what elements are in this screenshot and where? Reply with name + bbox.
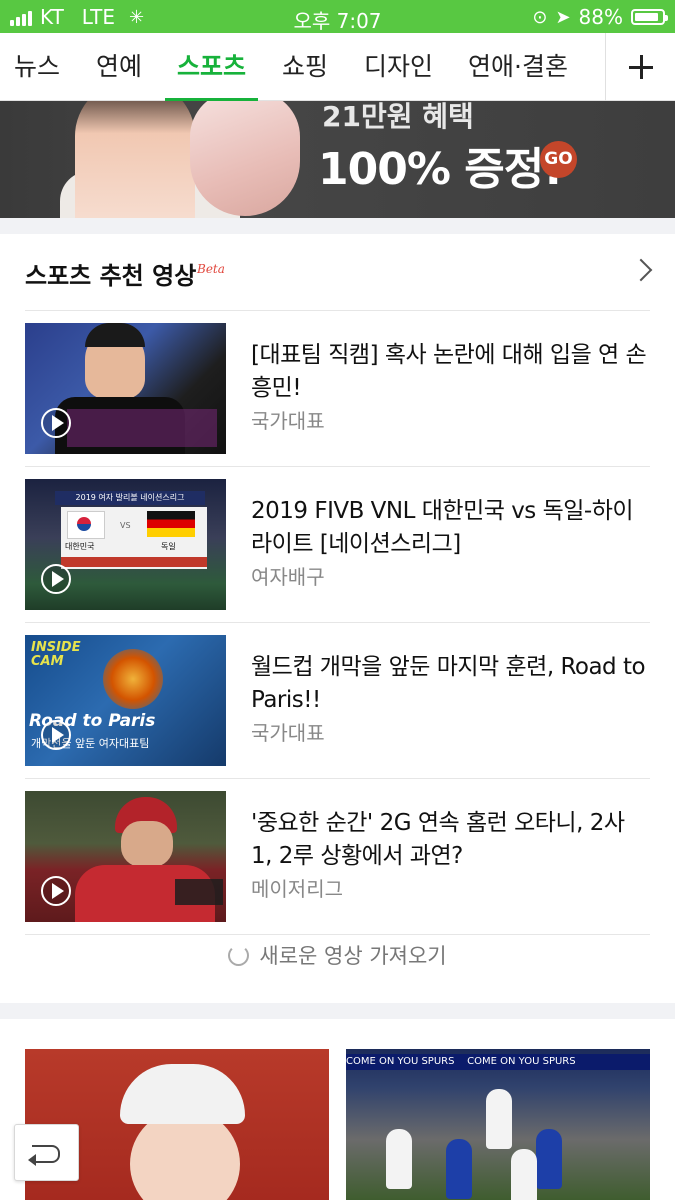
refresh-videos-button[interactable]: 새로운 영상 가져오기 (0, 940, 675, 980)
video-list-item[interactable]: [대표팀 직캠] 혹사 논란에 대해 입을 연 손흥민! 국가대표 (25, 311, 650, 467)
play-icon (41, 876, 71, 906)
ad-go-button[interactable]: GO (540, 141, 577, 178)
stadium-banner-text-repeat: COME ON YOU SPURS (467, 1056, 576, 1067)
video-list-item[interactable]: INSIDE CAM Road to Paris 개막전을 앞둔 여자대표팀 월… (25, 623, 650, 779)
thumb-team2: 독일 (161, 542, 176, 551)
video-list-item[interactable]: '중요한 순간' 2G 연속 홈런 오타니, 2사 1, 2루 상황에서 과연?… (25, 779, 650, 935)
section-title[interactable]: 스포츠 추천 영상 (25, 256, 196, 291)
ad-banner[interactable]: 21만원 혜택 100% 증정! GO (0, 101, 675, 218)
battery-fill (635, 13, 658, 21)
video-title[interactable]: [대표팀 직캠] 혹사 논란에 대해 입을 연 손흥민! (251, 339, 651, 405)
player-figure (486, 1089, 512, 1149)
photo-card: COME ON YOU SPURS COME ON YOU SPURS (0, 1019, 675, 1200)
status-right: ⊙ ➤ 88% (532, 5, 668, 29)
video-thumbnail[interactable] (25, 323, 226, 454)
tab-shopping[interactable]: 쇼핑 (282, 33, 328, 101)
recommended-videos-card: 스포츠 추천 영상 Beta [대표팀 직캠] 혹사 논란에 대해 입을 연 손… (0, 234, 675, 1003)
add-tab-button[interactable] (605, 33, 675, 101)
video-category: 여자배구 (251, 565, 325, 589)
ad-led-mask-image (190, 101, 300, 216)
video-thumbnail[interactable] (25, 791, 226, 922)
soccer-photo[interactable]: COME ON YOU SPURS COME ON YOU SPURS (346, 1049, 650, 1200)
ad-model-image (75, 101, 195, 218)
status-bar: KT LTE ✳ 오후 7:07 ⊙ ➤ 88% (0, 0, 675, 33)
tab-design[interactable]: 디자인 (364, 33, 433, 101)
video-title[interactable]: 월드컵 개막을 앞둔 마지막 훈련, Road to Paris!! (251, 651, 651, 717)
play-icon (41, 564, 71, 594)
refresh-label: 새로운 영상 가져오기 (259, 944, 447, 968)
video-list-item[interactable]: 2019 여자 발리볼 네이션스리그 대한민국 VS 독일 2019 FIVB … (25, 467, 650, 623)
ad-benefit-text: 21만원 혜택 (322, 101, 474, 133)
beta-badge: Beta (197, 262, 225, 276)
player-figure (386, 1129, 412, 1189)
arrow-head (28, 1154, 36, 1166)
tab-sports[interactable]: 스포츠 (164, 33, 259, 101)
thumb-team1: 대한민국 (65, 542, 95, 551)
video-title[interactable]: 2019 FIVB VNL 대한민국 vs 독일-하이라이트 [네이션스리그] (251, 495, 651, 561)
tab-entertainment[interactable]: 연예 (96, 33, 142, 101)
stadium-banner: COME ON YOU SPURS COME ON YOU SPURS (346, 1054, 650, 1070)
video-thumbnail[interactable]: 2019 여자 발리볼 네이션스리그 대한민국 VS 독일 (25, 479, 226, 610)
golfer-cap (120, 1064, 245, 1124)
battery-icon (631, 9, 668, 25)
video-thumbnail[interactable]: INSIDE CAM Road to Paris 개막전을 앞둔 여자대표팀 (25, 635, 226, 766)
video-category: 메이저리그 (251, 877, 343, 901)
stadium-banner-text: COME ON YOU SPURS (346, 1056, 455, 1067)
player-figure (446, 1139, 472, 1199)
chevron-right-icon[interactable] (629, 258, 653, 282)
share-button[interactable] (14, 1124, 79, 1181)
video-title[interactable]: '중요한 순간' 2G 연속 홈런 오타니, 2사 1, 2루 상황에서 과연? (251, 807, 651, 873)
rotation-lock-icon: ⊙ (532, 6, 548, 28)
tab-dating-wedding[interactable]: 연애·결혼 (468, 33, 568, 101)
video-category: 국가대표 (251, 721, 325, 745)
player-figure (511, 1149, 537, 1200)
tab-news[interactable]: 뉴스 (14, 33, 60, 101)
player-figure (536, 1129, 562, 1189)
thumb-vs: VS (120, 521, 131, 530)
refresh-icon (228, 944, 250, 966)
share-arrow-icon (32, 1145, 60, 1163)
play-icon (41, 408, 71, 438)
thumb-inside-cam: INSIDE CAM (31, 640, 81, 669)
play-icon (41, 720, 71, 750)
battery-percent: 88% (578, 5, 623, 29)
ad-headline: 100% 증정! (318, 144, 563, 195)
category-tab-bar: 뉴스 연예 스포츠 쇼핑 디자인 연애·결혼 (0, 33, 675, 101)
thumb-banner: 2019 여자 발리볼 네이션스리그 (55, 491, 205, 505)
video-category: 국가대표 (251, 409, 325, 433)
location-icon: ➤ (555, 6, 571, 28)
